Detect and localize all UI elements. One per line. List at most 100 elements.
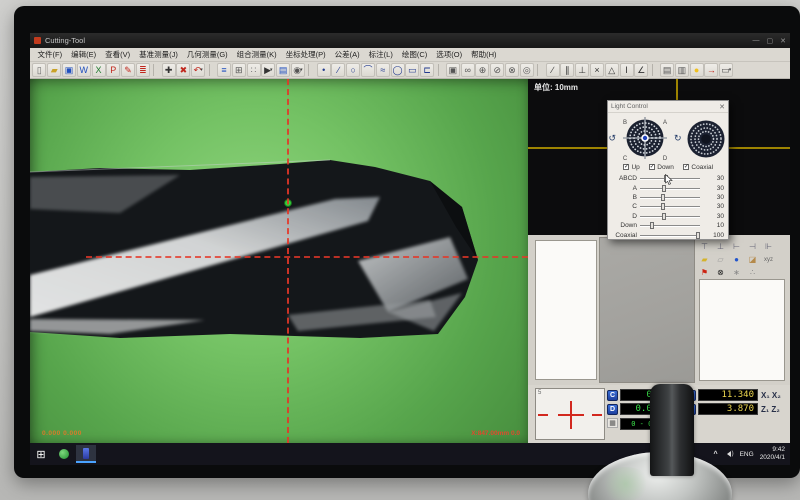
export-excel-button[interactable]: X: [92, 63, 106, 77]
spline-tool-button[interactable]: ≈: [376, 63, 390, 77]
rect-tool-button[interactable]: ▭: [405, 63, 419, 77]
program-list-button[interactable]: ≡: [217, 63, 231, 77]
open-file-button[interactable]: ▰: [47, 63, 61, 77]
quadrant-ring-light[interactable]: B A C D: [618, 115, 672, 161]
menu-item[interactable]: 绘图(C): [397, 49, 431, 60]
menu-item[interactable]: 查看(V): [101, 49, 135, 60]
language-indicator[interactable]: ENG: [740, 451, 754, 458]
view-options-button[interactable]: ▭▾: [719, 63, 733, 77]
arc-tool-button[interactable]: ⌒: [361, 63, 375, 77]
menu-item[interactable]: 几何测量(G): [182, 49, 232, 60]
browser-taskbar-icon[interactable]: [54, 445, 74, 463]
dialog-close-icon[interactable]: ✕: [719, 103, 725, 111]
combine-intersect-button[interactable]: ⊕: [475, 63, 489, 77]
datum-center-icon[interactable]: ⊩: [762, 241, 775, 252]
annotate-button[interactable]: ✎: [121, 63, 135, 77]
start-button[interactable]: ⊞: [30, 448, 52, 461]
b-slider[interactable]: [640, 193, 700, 202]
combine-angle-button[interactable]: ⊗: [505, 63, 519, 77]
minimize-button[interactable]: —: [753, 37, 760, 45]
undo-button[interactable]: ↶▾: [191, 63, 205, 77]
dialog-title-bar[interactable]: Light Control ✕: [608, 101, 728, 113]
maximize-button[interactable]: ▢: [767, 37, 774, 45]
tray-expand-icon[interactable]: ^: [714, 451, 718, 458]
menu-item[interactable]: 帮助(H): [467, 49, 501, 60]
speaker-icon[interactable]: ): [724, 451, 734, 457]
menu-item[interactable]: 选项(O): [432, 49, 467, 60]
stop-program-icon[interactable]: ⊗: [714, 267, 727, 278]
grid-snap-button[interactable]: ∷: [247, 63, 261, 77]
measurement-list[interactable]: [535, 240, 597, 380]
point-tool-button[interactable]: •: [317, 63, 331, 77]
slot-tool-button[interactable]: ⊏: [420, 63, 434, 77]
select-cursor-button[interactable]: ✚: [162, 63, 176, 77]
graphics-preview[interactable]: [599, 237, 695, 383]
feature-list[interactable]: [699, 279, 785, 381]
slider-thumb[interactable]: [662, 185, 666, 192]
camera-view[interactable]: 0.000 0.000 X:847.00mm 0.0: [30, 79, 528, 443]
dro-c-button[interactable]: C: [607, 390, 618, 401]
menu-item[interactable]: 编辑(E): [67, 49, 101, 60]
export-pdf-button[interactable]: P: [106, 63, 120, 77]
new-file-button[interactable]: ▯: [32, 63, 46, 77]
taskbar-clock[interactable]: 9:42 2020/4/1: [760, 446, 785, 462]
menu-item[interactable]: 文件(F): [33, 49, 67, 60]
menu-item[interactable]: 公差(A): [330, 49, 364, 60]
capture-button[interactable]: ◉▾: [291, 63, 305, 77]
stage-position-map[interactable]: 5: [535, 388, 605, 440]
export-word-button[interactable]: W: [77, 63, 91, 77]
construct-axis-button[interactable]: I: [620, 63, 634, 77]
coaxial-light-checkbox[interactable]: ✓Coaxial: [683, 164, 713, 171]
rotate-cw-icon[interactable]: ↻: [674, 134, 682, 143]
dro-d-button[interactable]: D: [607, 404, 618, 415]
menu-item[interactable]: 基准测量(J): [135, 49, 183, 60]
ellipse-tool-button[interactable]: ◯: [391, 63, 405, 77]
construct-symmetry-button[interactable]: ×: [590, 63, 604, 77]
datum-left-icon[interactable]: ⊢: [730, 241, 743, 252]
datum-top-icon[interactable]: ⊤: [698, 241, 711, 252]
record-button[interactable]: ≣: [136, 63, 150, 77]
clipboard-button[interactable]: ▤: [276, 63, 290, 77]
menu-item[interactable]: 标注(L): [364, 49, 397, 60]
menu-item[interactable]: 坐标处理(P): [281, 49, 330, 60]
slider-thumb[interactable]: [661, 203, 665, 210]
step-plus-icon[interactable]: ∴: [746, 267, 759, 278]
down-slider[interactable]: [640, 221, 700, 230]
slider-thumb[interactable]: [650, 222, 654, 229]
eraser-icon[interactable]: ◪: [746, 254, 759, 265]
rotate-ccw-icon[interactable]: ↺: [608, 134, 616, 143]
datum-right-icon[interactable]: ⊣: [746, 241, 759, 252]
run-program-icon[interactable]: ⚑: [698, 267, 711, 278]
line-tool-button[interactable]: ∕: [331, 63, 345, 77]
step-minus-icon[interactable]: ∗: [730, 267, 743, 278]
stage-control-button[interactable]: →: [704, 63, 718, 77]
delete-item-button[interactable]: ✖: [176, 63, 190, 77]
save-file-button[interactable]: ▣: [62, 63, 76, 77]
construct-perpendicular-button[interactable]: ⊥: [575, 63, 589, 77]
report-view-button[interactable]: ▤: [660, 63, 674, 77]
slider-thumb[interactable]: [662, 213, 666, 220]
combine-tangent-button[interactable]: ∞: [461, 63, 475, 77]
dro-view-button[interactable]: ▥: [675, 63, 689, 77]
construct-triangle-button[interactable]: △: [605, 63, 619, 77]
sphere-view-icon[interactable]: ●: [730, 254, 743, 265]
coaxial-ring-light[interactable]: [684, 115, 728, 161]
new-part-icon[interactable]: ▰: [698, 254, 711, 265]
pointer-tool-button[interactable]: ▶▾: [261, 63, 275, 77]
cutting-tool-taskbar-icon[interactable]: [76, 445, 96, 463]
focus-tool-button[interactable]: ◎: [520, 63, 534, 77]
c-slider[interactable]: [640, 202, 700, 211]
light-control-button[interactable]: ●: [690, 63, 704, 77]
menu-item[interactable]: 组合测量(K): [232, 49, 281, 60]
datum-bottom-icon[interactable]: ⊥: [714, 241, 727, 252]
circle-tool-button[interactable]: ○: [346, 63, 360, 77]
combine-distance-button[interactable]: ⊘: [490, 63, 504, 77]
coaxial-slider[interactable]: [640, 231, 700, 240]
xyz-readout-icon[interactable]: xyz: [762, 254, 775, 265]
construct-parallel-button[interactable]: ∥: [560, 63, 574, 77]
slider-thumb[interactable]: [661, 194, 665, 201]
roi-tool-button[interactable]: ▣: [446, 63, 460, 77]
grid-button[interactable]: ⊞: [232, 63, 246, 77]
slider-thumb[interactable]: [696, 232, 700, 239]
down-light-checkbox[interactable]: ✓Down: [649, 164, 674, 171]
